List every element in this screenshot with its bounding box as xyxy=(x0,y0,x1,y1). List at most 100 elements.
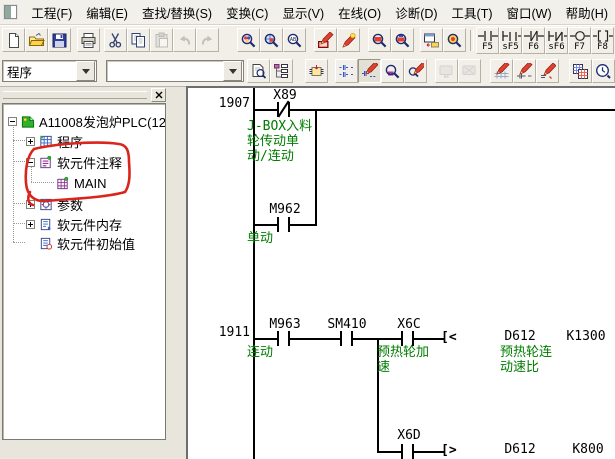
find-contact-button[interactable] xyxy=(260,28,283,52)
program-select-value: 程序 xyxy=(3,62,76,81)
tree-connector xyxy=(31,182,54,183)
contact-m963-no[interactable] xyxy=(277,331,290,346)
tree-connector xyxy=(13,140,25,141)
menu-item-8[interactable]: 窗口(W) xyxy=(500,0,559,26)
device-monitor-button[interactable] xyxy=(391,28,414,52)
ladder-key-f7[interactable]: F7 xyxy=(568,27,591,54)
compare-instruction-open[interactable]: [> xyxy=(441,443,457,458)
tree-item-parameter[interactable]: 参数 xyxy=(26,195,83,213)
tree-item-label: 软元件初始值 xyxy=(57,234,135,253)
tree-item-program[interactable]: 程序 xyxy=(26,132,83,150)
tree-list-icon xyxy=(273,63,290,80)
rung-wire xyxy=(253,109,615,111)
logic-test-button[interactable] xyxy=(305,59,328,83)
tree-item-main[interactable]: MAIN xyxy=(55,174,107,192)
chevron-down-icon[interactable] xyxy=(223,61,242,81)
panel-close-button[interactable] xyxy=(151,88,166,102)
operand-k1300[interactable]: K1300 xyxy=(562,329,610,344)
note-display-button[interactable] xyxy=(404,59,427,83)
entry-monitor-button[interactable] xyxy=(592,59,615,83)
copy-button[interactable] xyxy=(127,28,150,52)
menu-item-6[interactable]: 诊断(D) xyxy=(388,0,444,26)
menu-item-7[interactable]: 工具(T) xyxy=(445,0,500,26)
project-data-list-button[interactable] xyxy=(270,59,293,83)
magnifier-pencil-icon xyxy=(407,63,424,80)
program-select[interactable]: 程序 xyxy=(2,60,97,82)
contact-x6c-no[interactable] xyxy=(401,331,414,346)
closed-contact-icon xyxy=(524,30,544,42)
chip-transfer-icon xyxy=(308,63,325,80)
menu-item-9[interactable]: 帮助(H) xyxy=(559,0,615,26)
ladder-key-f8[interactable]: F8 xyxy=(591,27,614,54)
expand-icon[interactable] xyxy=(26,200,35,209)
grid-window-icon xyxy=(572,63,589,80)
expand-icon[interactable] xyxy=(26,137,35,146)
toolbar-group xyxy=(77,28,100,52)
device-memory-button[interactable] xyxy=(569,59,592,83)
open-contact-icon xyxy=(478,30,498,42)
redo-arrow-icon xyxy=(199,32,216,49)
undo-arrow-icon xyxy=(176,32,193,49)
operand-k800[interactable]: K800 xyxy=(567,442,609,457)
compare-instruction-open[interactable]: [< xyxy=(441,330,457,345)
comment-edit-button[interactable] xyxy=(490,59,513,83)
menu-item-4[interactable]: 显示(V) xyxy=(275,0,331,26)
monitor-write-mode-button[interactable] xyxy=(337,28,360,52)
page-magnifier-icon xyxy=(250,63,267,80)
comment-search-button[interactable] xyxy=(247,59,270,83)
transfer-setup-button[interactable] xyxy=(420,28,443,52)
print-button[interactable] xyxy=(77,28,100,52)
collapse-icon[interactable] xyxy=(26,158,35,167)
panel-grip[interactable] xyxy=(3,91,147,99)
comment-file-icon xyxy=(55,176,71,191)
menu-item-5[interactable]: 在线(O) xyxy=(331,0,388,26)
contacts-pencil-icon xyxy=(361,63,378,80)
collapse-icon[interactable] xyxy=(8,117,17,126)
toolbar-group: AB xyxy=(237,28,306,52)
ladder-key-sf5[interactable]: sF5 xyxy=(499,27,522,54)
menu-item-1[interactable]: 编辑(E) xyxy=(79,0,135,26)
ladder-key-sf6[interactable]: sF6 xyxy=(545,27,568,54)
tree-item-device-comment[interactable]: 软元件注释 xyxy=(26,153,122,171)
open-project-button[interactable] xyxy=(25,28,48,52)
write-mode-button[interactable] xyxy=(314,28,337,52)
save-project-button[interactable] xyxy=(48,28,71,52)
project-tree-panel: A11008发泡炉PLC(120 程序 软元件注释 xyxy=(0,86,168,441)
menu-item-3[interactable]: 变换(C) xyxy=(219,0,275,26)
open-folder-icon xyxy=(28,32,45,49)
filter-select[interactable] xyxy=(106,60,244,82)
expand-icon[interactable] xyxy=(26,220,35,229)
device-comment-m963: 连动 xyxy=(247,345,287,360)
find-string-button[interactable]: AB xyxy=(283,28,306,52)
magnifier-gear-icon xyxy=(446,32,463,49)
new-project-button[interactable] xyxy=(2,28,25,52)
tree-connector xyxy=(13,161,25,162)
find-device-button[interactable] xyxy=(237,28,260,52)
statement-display-button[interactable] xyxy=(381,59,404,83)
contact-sm410-no[interactable] xyxy=(340,331,353,346)
contact-x6d-no[interactable] xyxy=(401,444,414,459)
ladder-key-f6[interactable]: F6 xyxy=(522,27,545,54)
note-edit-button[interactable] xyxy=(536,59,559,83)
chevron-down-icon[interactable] xyxy=(76,61,95,81)
contact-m962-no[interactable] xyxy=(277,217,290,232)
ladder-display-button[interactable] xyxy=(335,59,358,83)
menu-item-2[interactable]: 查找/替换(S) xyxy=(135,0,219,26)
operand-d612-2[interactable]: D612 xyxy=(500,442,540,457)
tree-item-project-root[interactable]: A11008发泡炉PLC(120 xyxy=(8,112,166,130)
tree-item-device-memory[interactable]: 软元件内存 xyxy=(26,215,122,233)
statement-edit-button[interactable] xyxy=(513,59,536,83)
menu-item-0[interactable]: 工程(F) xyxy=(24,0,79,26)
tree-item-device-init[interactable]: 软元件初始值 xyxy=(26,234,135,252)
operand-d612[interactable]: D612 xyxy=(500,329,540,344)
comment-display-button[interactable] xyxy=(358,59,381,83)
program-check-button[interactable] xyxy=(443,28,466,52)
project-icon xyxy=(20,114,36,129)
ladder-key-f5[interactable]: F5 xyxy=(476,27,499,54)
monitor-mode-button[interactable] xyxy=(368,28,391,52)
contact-x89-nc[interactable] xyxy=(277,102,290,117)
mdi-child-window-icon[interactable] xyxy=(4,5,17,19)
ladder-editor[interactable]: 1907 X89 J-BOX入料 轮传动单 动/连动 M962 单动 1911 … xyxy=(186,86,615,459)
cut-button[interactable] xyxy=(104,28,127,52)
pencil-chip-icon xyxy=(317,32,334,49)
